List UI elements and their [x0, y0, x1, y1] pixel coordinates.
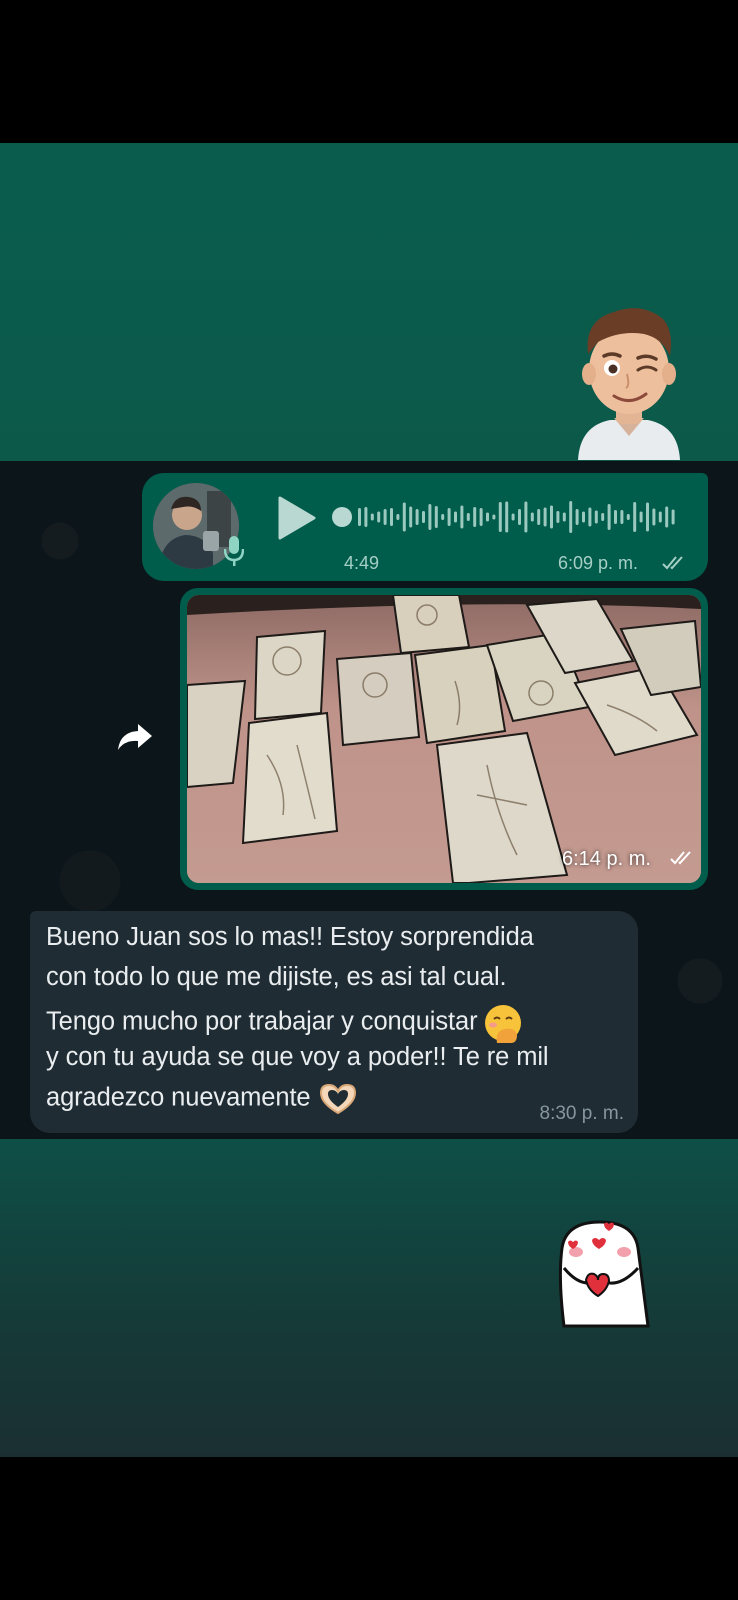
- forward-icon[interactable]: [116, 722, 154, 752]
- image-timestamp: 6:14 p. m.: [562, 848, 651, 870]
- waveform-bar: [530, 512, 534, 522]
- double-check-icon: [670, 851, 691, 865]
- waveform-bar: [620, 510, 624, 524]
- audio-waveform[interactable]: [332, 497, 682, 537]
- waveform-bar: [466, 513, 470, 521]
- waveform-bar: [588, 507, 592, 527]
- waveform-bar: [556, 511, 560, 523]
- waveform-bar: [473, 507, 477, 527]
- message-timestamp: 8:30 p. m.: [539, 1103, 625, 1124]
- waveform-bar: [646, 502, 649, 532]
- waveform-bar: [390, 508, 393, 526]
- waveform-bar: [402, 502, 406, 532]
- waveform-bar: [562, 512, 566, 522]
- voice-message-bubble[interactable]: 4:49 6:09 p. m.: [142, 473, 708, 581]
- incoming-text-message[interactable]: Bueno Juan sos lo mas!! Estoy sorprendid…: [30, 911, 638, 1133]
- waveform-bar: [550, 505, 553, 529]
- waveform-bar: [582, 511, 585, 523]
- waveform-bar: [543, 507, 547, 527]
- waveform-bar: [498, 502, 502, 532]
- microphone-icon: [224, 536, 244, 566]
- waveform-bar: [454, 511, 457, 523]
- waveform-bar: [614, 510, 617, 524]
- waveform-bar: [396, 514, 400, 520]
- waveform-bar: [422, 511, 425, 523]
- waveform-bar: [505, 501, 509, 533]
- waveform-bar: [537, 509, 541, 525]
- waveform-bar: [524, 501, 528, 533]
- image-message-bubble[interactable]: 6:14 p. m.: [180, 588, 708, 890]
- waveform-bar: [626, 514, 630, 520]
- waveform-bar: [460, 505, 464, 529]
- bottom-letterbox: [0, 1457, 738, 1600]
- waveform-bar: [639, 511, 643, 523]
- waveform-bar: [447, 508, 451, 526]
- playback-position-dot[interactable]: [332, 507, 352, 527]
- waveform-bar: [511, 513, 515, 521]
- message-line-with-emoji: Tengo mucho por trabajar y conquistar: [46, 1003, 523, 1043]
- waveform-bar: [633, 502, 637, 532]
- hand-over-mouth-emoji-icon: [485, 1005, 522, 1043]
- waveform-bar: [665, 506, 669, 528]
- waveform-bar: [652, 508, 656, 526]
- waveform-bar: [377, 511, 381, 523]
- tarot-cards-photo[interactable]: [187, 595, 701, 883]
- waveform-bar: [569, 501, 573, 533]
- waveform-bar: [486, 512, 489, 522]
- play-icon[interactable]: [276, 495, 318, 541]
- waveform-bar: [479, 508, 483, 526]
- waveform-bar: [383, 509, 387, 525]
- message-line: Bueno Juan sos lo mas!! Estoy sorprendid…: [46, 923, 534, 951]
- waveform-bar: [607, 504, 611, 530]
- heart-hands-emoji-icon: [319, 1083, 356, 1115]
- waveform-bar: [594, 510, 598, 524]
- message-line: Tengo mucho por trabajar y conquistar: [46, 1007, 478, 1036]
- waveform-bar: [370, 513, 374, 521]
- double-check-icon: [662, 556, 683, 570]
- waveform-bar: [415, 509, 419, 525]
- waveform-bar: [492, 514, 496, 520]
- waveform-bar: [428, 504, 432, 530]
- waveform-bar: [601, 513, 605, 521]
- message-line-with-emoji: agradezco nuevamente: [46, 1083, 359, 1115]
- waveform-bar: [518, 509, 521, 525]
- waveform-bar: [364, 507, 368, 527]
- top-letterbox: [0, 0, 738, 143]
- voice-timestamp: 6:09 p. m.: [558, 553, 639, 573]
- message-line: agradezco nuevamente: [46, 1083, 311, 1112]
- waveform-bar: [441, 514, 445, 520]
- voice-duration: 4:49: [344, 553, 380, 573]
- message-line: con todo lo que me dijiste, es asi tal c…: [46, 963, 507, 991]
- waveform-bar: [575, 509, 579, 525]
- waveform-bar: [434, 506, 438, 528]
- waveform-bar: [409, 506, 413, 528]
- flork-love-sticker: [558, 1220, 650, 1328]
- memoji-avatar-sticker: [578, 308, 680, 460]
- waveform-bar: [671, 509, 675, 525]
- waveform-bar: [358, 508, 361, 526]
- message-line: y con tu ayuda se que voy a poder!! Te r…: [46, 1043, 549, 1071]
- waveform-bar: [658, 511, 662, 523]
